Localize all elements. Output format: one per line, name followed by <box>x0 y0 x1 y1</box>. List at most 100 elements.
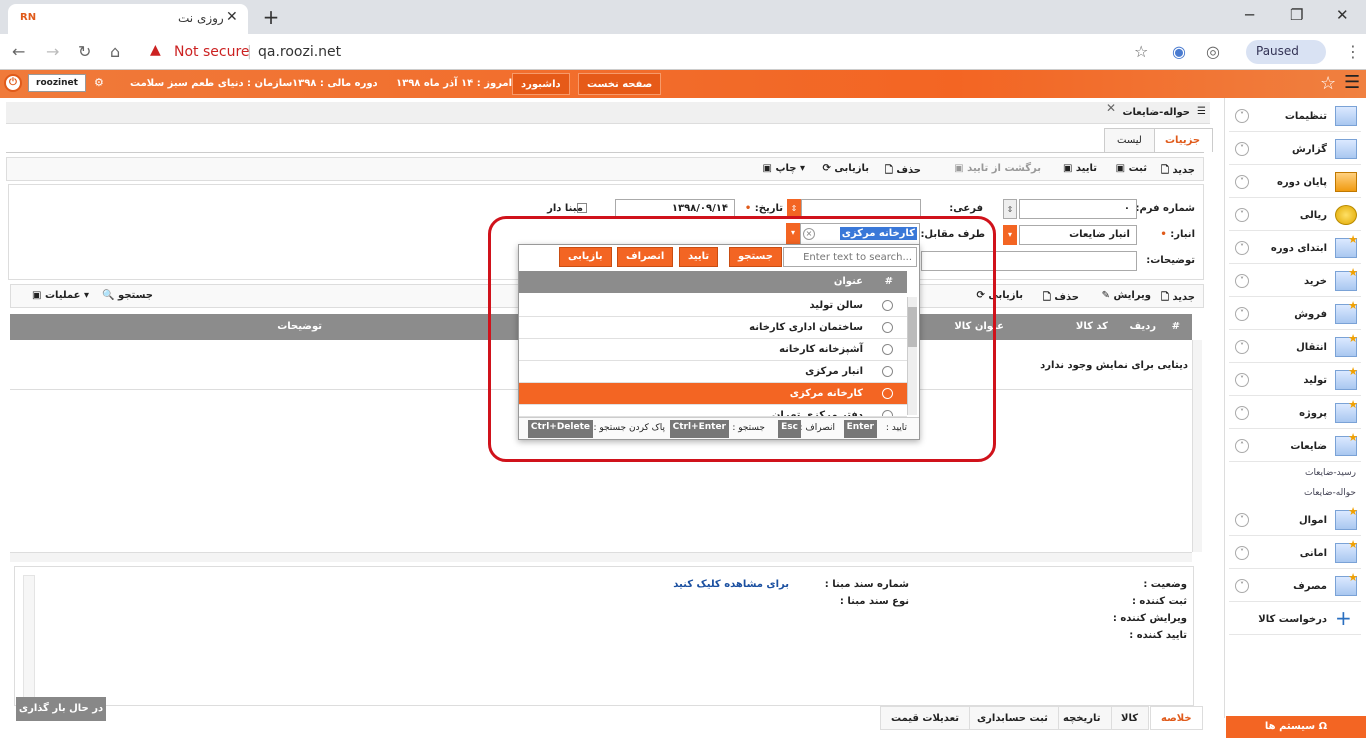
restore-button[interactable]: ⟳ بازیابی <box>822 163 869 174</box>
settings-dot-icon[interactable]: ⚙ <box>94 76 104 89</box>
chevron-down-icon[interactable]: ˅ <box>1235 307 1249 321</box>
chevron-down-icon[interactable]: ˅ <box>1235 142 1249 156</box>
sidebar-item[interactable]: پروژه ˅ <box>1229 398 1361 429</box>
popup-restore-button[interactable]: بازیابی <box>559 247 612 267</box>
radio-icon[interactable] <box>882 344 893 355</box>
radio-icon[interactable] <box>882 388 893 399</box>
sidebar-item[interactable]: خرید ˅ <box>1229 266 1361 297</box>
tab-summary[interactable]: خلاصه <box>1150 706 1203 730</box>
grid-vscrollbar[interactable] <box>1192 340 1202 552</box>
close-window-icon[interactable]: ✕ <box>1336 6 1349 24</box>
browser-tab[interactable]: RN روزی نت ✕ <box>8 4 248 34</box>
sidebar-item[interactable]: ابتدای دوره ˅ <box>1229 233 1361 264</box>
restore-icon[interactable]: ❐ <box>1290 6 1303 24</box>
power-icon[interactable]: ⏻ <box>4 74 22 92</box>
grid-edit-button[interactable]: ✎ ویرایش <box>1102 290 1151 301</box>
sidebar-item[interactable]: گزارش ˅ <box>1229 135 1361 165</box>
hamburger-menu-icon[interactable]: ☰ <box>1344 72 1360 93</box>
radio-icon[interactable] <box>882 410 893 416</box>
sidebar-item[interactable]: + درخواست کالا <box>1229 605 1361 635</box>
popup-confirm-button[interactable]: تایید <box>679 247 719 267</box>
grid-search-button[interactable]: 🔍 جستجو <box>102 290 153 301</box>
forward-icon[interactable]: → <box>46 42 59 61</box>
sidebar-subitem[interactable]: حواله-ضایعات <box>1304 488 1356 498</box>
sidebar-subitem[interactable]: رسید-ضایعات <box>1305 468 1356 478</box>
chevron-down-icon[interactable]: ˅ <box>1235 373 1249 387</box>
reload-icon[interactable]: ↻ <box>78 42 91 61</box>
radio-icon[interactable] <box>882 366 893 377</box>
chevron-down-icon[interactable]: ˅ <box>1235 109 1249 123</box>
sidebar-item[interactable]: فروش ˅ <box>1229 299 1361 330</box>
view-doc-link[interactable]: برای مشاهده کلیک کنید <box>673 579 789 590</box>
close-page-icon[interactable]: ✕ <box>1106 101 1116 115</box>
chevron-down-icon[interactable]: ˅ <box>1235 513 1249 527</box>
minimize-icon[interactable]: ─ <box>1245 6 1254 24</box>
chevron-down-icon[interactable]: ˅ <box>1235 579 1249 593</box>
approve-button[interactable]: ▣ تایید <box>1063 163 1097 174</box>
browser-menu-icon[interactable]: ⋮ <box>1345 42 1361 61</box>
popup-search-input[interactable] <box>783 247 917 267</box>
security-label[interactable]: Not secure <box>174 44 250 60</box>
chevron-down-icon[interactable]: ˅ <box>1235 241 1249 255</box>
sidebar-item[interactable]: ضایعات ˄ <box>1229 431 1361 462</box>
extension-icon[interactable]: ◉ <box>1172 42 1186 61</box>
sidebar-item[interactable]: مصرف ˅ <box>1229 571 1361 602</box>
popup-list-item[interactable]: دفتر مرکزی تهران <box>519 405 907 417</box>
warehouse-dropdown[interactable]: ▾ <box>1003 225 1017 245</box>
sidebar-item[interactable]: ریالی ˅ <box>1229 201 1361 231</box>
grid-new-button[interactable]: 🗋 جدید <box>1161 290 1195 307</box>
close-tab-icon[interactable]: ✕ <box>226 9 238 25</box>
form-no-spinner[interactable]: ⇕ <box>1003 199 1017 219</box>
popup-list-item[interactable]: ساختمان اداری کارخانه <box>519 317 907 339</box>
save-button[interactable]: ▣ ثبت <box>1116 163 1147 174</box>
unapprove-button[interactable]: ▣ برگشت از تایید <box>954 163 1041 174</box>
chevron-down-icon[interactable]: ˅ <box>1235 274 1249 288</box>
print-button[interactable]: ▣ چاپ ▾ <box>763 163 805 174</box>
summary-scrollbar[interactable] <box>23 575 35 699</box>
system-button[interactable]: سیستم ها Ω <box>1226 716 1366 738</box>
extension-eye-icon[interactable]: ◎ <box>1206 42 1220 61</box>
delete-button[interactable]: 🗋 حذف <box>885 163 921 180</box>
username-box[interactable]: roozinet <box>28 74 86 92</box>
bookmark-star-icon[interactable]: ☆ <box>1134 42 1148 61</box>
warehouse-input[interactable]: انبار ضایعات <box>1019 225 1137 245</box>
popup-search-button[interactable]: جستجو <box>729 247 782 267</box>
radio-icon[interactable] <box>882 322 893 333</box>
sidebar-item[interactable]: امانی ˅ <box>1229 538 1361 569</box>
form-no-input[interactable]: ۰ <box>1019 199 1137 219</box>
chevron-down-icon[interactable]: ˅ <box>1235 406 1249 420</box>
home-icon[interactable]: ⌂ <box>110 42 120 61</box>
chevron-down-icon[interactable]: ˅ <box>1235 546 1249 560</box>
popup-list-item[interactable]: انبار مرکزی <box>519 361 907 383</box>
tab-history[interactable]: تاریخچه <box>1052 706 1112 730</box>
chevron-down-icon[interactable]: ˅ <box>1235 175 1249 189</box>
popup-scrollbar[interactable] <box>907 297 917 415</box>
popup-list-item[interactable]: کارخانه مرکزی <box>519 383 907 405</box>
new-button[interactable]: 🗋 جدید <box>1161 163 1195 180</box>
grid-operations-button[interactable]: ▣ عملیات ▾ <box>32 290 89 301</box>
chevron-down-icon[interactable]: ˅ <box>1235 340 1249 354</box>
tab-price-adjust[interactable]: تعدیلات قیمت <box>880 706 970 730</box>
popup-list-item[interactable]: آشپزخانه کارخانه <box>519 339 907 361</box>
sidebar-item[interactable]: پایان دوره ˅ <box>1229 168 1361 198</box>
popup-cancel-button[interactable]: انصراف <box>617 247 674 267</box>
profile-paused-button[interactable]: Paused <box>1246 40 1326 64</box>
dashboard-button[interactable]: داشبورد <box>512 73 570 95</box>
tab-details[interactable]: جزییات <box>1152 128 1214 152</box>
chevron-up-icon[interactable]: ˄ <box>1235 439 1249 453</box>
warning-icon[interactable]: ▲ <box>150 42 161 58</box>
tab-accounting[interactable]: ثبت حسابداری <box>966 706 1059 730</box>
new-tab-button[interactable]: + <box>258 6 284 30</box>
popup-list-item[interactable]: سالن تولید <box>519 295 907 317</box>
first-page-button[interactable]: صفحه نخست <box>578 73 662 95</box>
radio-icon[interactable] <box>882 300 893 311</box>
tab-items[interactable]: کالا <box>1110 706 1150 730</box>
grid-hscrollbar[interactable] <box>10 552 1192 562</box>
based-checkbox[interactable] <box>577 203 587 213</box>
sidebar-item[interactable]: اموال ˅ <box>1229 505 1361 536</box>
tab-list[interactable]: لیست <box>1104 128 1155 152</box>
chevron-down-icon[interactable]: ˅ <box>1235 208 1249 222</box>
sidebar-item[interactable]: انتقال ˅ <box>1229 332 1361 363</box>
back-icon[interactable]: ← <box>12 42 25 61</box>
sidebar-item[interactable]: تنظیمات ˅ <box>1229 102 1361 132</box>
